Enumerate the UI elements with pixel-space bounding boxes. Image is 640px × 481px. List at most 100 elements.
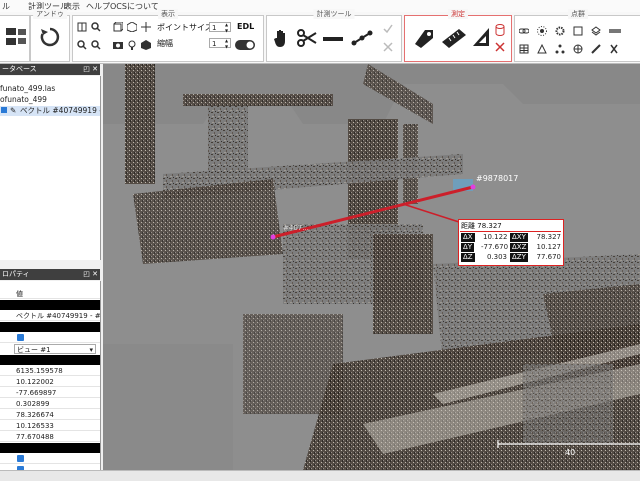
view-select[interactable]: ビュー #1 xyxy=(17,345,51,353)
delta-xz-value: 10.127 xyxy=(536,243,562,251)
start-point-label: #407... xyxy=(283,224,309,232)
property-row: 10.126533 xyxy=(0,421,100,431)
menu-about[interactable]: OCSについて xyxy=(110,1,159,12)
group-measure-label: 測定 xyxy=(448,9,468,19)
cube-front-icon[interactable] xyxy=(113,22,123,32)
cube-top-icon[interactable] xyxy=(127,22,137,32)
point-cloud-scene xyxy=(103,64,640,470)
layers-icon[interactable] xyxy=(591,26,601,36)
group-pointcloud-label: 点群 xyxy=(568,9,588,19)
pen-icon[interactable] xyxy=(591,44,601,54)
frame-icon[interactable] xyxy=(573,26,583,36)
group-measure-tools: 計測ツール xyxy=(266,9,402,62)
property-value: 0.302899 xyxy=(16,400,50,408)
property-panel-title-text: ロパティ xyxy=(2,270,30,278)
distance-value: 78.327 xyxy=(477,222,502,230)
sun-icon[interactable] xyxy=(537,26,547,36)
split-icon[interactable] xyxy=(609,44,619,54)
panel-close-icon[interactable]: ◰ ✕ xyxy=(83,64,98,75)
property-value: 78.326674 xyxy=(16,411,54,419)
property-row: 値 xyxy=(0,289,100,299)
zoom-fit-icon[interactable] xyxy=(91,22,101,32)
measure-start-point[interactable] xyxy=(270,234,276,240)
property-checkbox[interactable] xyxy=(17,334,24,341)
property-row[interactable]: ▾ ビュー #1 xyxy=(14,344,96,354)
group-measure: 測定 xyxy=(404,9,512,62)
check-icon[interactable] xyxy=(383,24,393,34)
property-row xyxy=(0,300,100,310)
property-value: 77.670488 xyxy=(16,433,54,441)
panel-close-icon[interactable]: ◰ ✕ xyxy=(83,269,98,280)
delete-measure-icon[interactable] xyxy=(495,42,505,52)
delta-y-key: ΔY xyxy=(461,243,475,252)
3d-viewport[interactable]: #9878017 #407... 40 距離 78.327 ΔX 10.122 … xyxy=(103,64,640,470)
camera-icon[interactable] xyxy=(113,40,123,50)
light-icon[interactable] xyxy=(127,40,137,50)
cylinder-icon[interactable] xyxy=(495,24,505,36)
property-row xyxy=(0,355,100,365)
measure-end-point[interactable] xyxy=(470,184,476,190)
polyline-icon[interactable] xyxy=(351,30,373,46)
line-icon[interactable] xyxy=(323,36,343,42)
nodes-icon[interactable] xyxy=(555,44,565,54)
tree-checkbox[interactable] xyxy=(1,107,7,113)
delta-x-value: 10.122 xyxy=(483,233,508,241)
delta-z-key: ΔZ xyxy=(461,253,475,262)
database-panel-title-text: ータベース xyxy=(2,65,37,73)
tree-item-vector[interactable]: ✎ ベクトル #40749919 - #9878... xyxy=(0,106,100,116)
hand-icon[interactable] xyxy=(273,28,291,48)
property-row[interactable] xyxy=(0,333,100,343)
property-row: 10.122002 xyxy=(0,377,100,387)
triangle-ruler-icon[interactable] xyxy=(471,26,491,48)
scissors-icon[interactable] xyxy=(297,29,317,47)
database-panel-title: ータベース ◰ ✕ xyxy=(0,64,100,75)
group-undo: アンドゥ xyxy=(30,9,70,62)
vector-icon: ✎ xyxy=(10,106,17,115)
link-icon[interactable] xyxy=(519,26,529,36)
measurement-tooltip: 距離 78.327 ΔX 10.122 ΔXY 78.327 ΔY -77.67… xyxy=(458,219,564,266)
property-value: 6135.159578 xyxy=(16,367,63,375)
tree-item-label: ofunato_499 xyxy=(0,95,47,104)
group-display: 表示 ポイントサイズ 1 縮幅 1 EDL xyxy=(72,9,264,62)
scale-label: 縮幅 xyxy=(157,39,173,48)
property-row xyxy=(0,322,100,332)
ruler-icon[interactable] xyxy=(441,28,467,48)
zoom-out-icon[interactable] xyxy=(91,40,101,50)
property-value: 10.126533 xyxy=(16,422,54,430)
axes-icon[interactable] xyxy=(141,22,151,32)
grid-icon[interactable] xyxy=(77,22,87,32)
property-checkbox[interactable] xyxy=(17,455,24,462)
property-value: -77.669897 xyxy=(16,389,57,397)
property-value: 10.122002 xyxy=(16,378,54,386)
menu-help[interactable]: ヘルプ xyxy=(86,1,110,12)
edl-toggle[interactable] xyxy=(235,40,255,50)
property-panel-title: ロパティ ◰ ✕ xyxy=(0,269,100,280)
gear-icon[interactable] xyxy=(555,26,565,36)
tree-item-las[interactable]: funato_499.las xyxy=(0,84,100,94)
undo-icon[interactable] xyxy=(39,26,61,48)
clear-icon[interactable] xyxy=(383,42,393,52)
distance-label: 距離 78.327 xyxy=(461,222,502,230)
target-icon[interactable] xyxy=(573,44,583,54)
point-label: #9878017 xyxy=(476,174,519,183)
warning-icon[interactable] xyxy=(537,44,547,54)
table-icon[interactable] xyxy=(519,44,529,54)
folder-icon[interactable] xyxy=(17,26,27,48)
point-size-input[interactable]: 1 xyxy=(209,22,231,34)
point-size-label: ポイントサイズ xyxy=(157,23,213,32)
tag-small-icon[interactable] xyxy=(609,26,621,36)
scale-input[interactable]: 1 xyxy=(209,38,231,50)
property-row[interactable] xyxy=(0,454,100,464)
tree-item-cloud[interactable]: ofunato_499 xyxy=(0,95,100,105)
zoom-in-icon[interactable] xyxy=(77,40,87,50)
chevron-down-icon[interactable]: ▾ xyxy=(89,345,93,353)
property-row: 6135.159578 xyxy=(0,366,100,376)
tag-icon[interactable] xyxy=(413,28,435,48)
menu-file[interactable]: ル xyxy=(2,1,10,12)
property-value: ベクトル #40749919 - #9... xyxy=(16,312,100,320)
box-icon[interactable] xyxy=(141,40,151,50)
property-value: 値 xyxy=(16,290,23,298)
ribbon-toolbar: アンドゥ 表示 ポイントサイズ 1 縮幅 1 EDL 計測ツール 測定 xyxy=(0,9,640,64)
edl-label: EDL xyxy=(237,22,255,31)
tree-item-label: ベクトル #40749919 - #9878... xyxy=(20,106,100,115)
